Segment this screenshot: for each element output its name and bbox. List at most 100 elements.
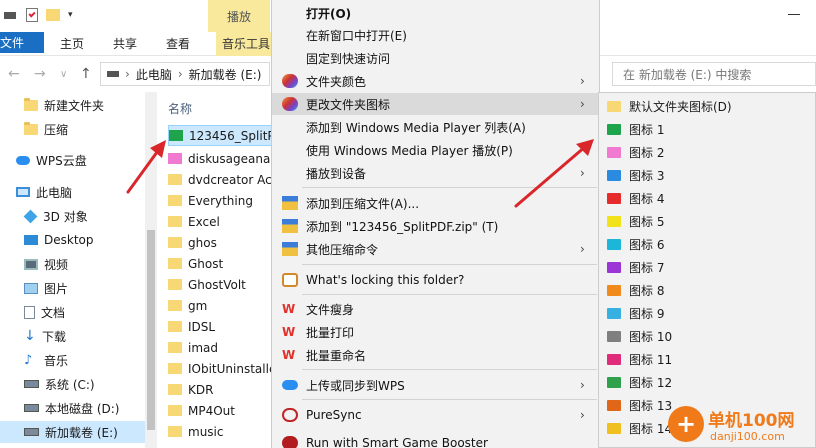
nav-item-music[interactable]: ♪ 音乐 bbox=[0, 349, 68, 371]
submenu-item-icon-4[interactable]: 图标 4 bbox=[599, 187, 815, 210]
recent-locations-icon[interactable]: ∨ bbox=[60, 69, 67, 80]
menu-item-game-booster[interactable]: Run with Smart Game Booster bbox=[272, 432, 599, 448]
address-bar[interactable]: › 此电脑 › 新加载卷 (E:) bbox=[100, 62, 270, 86]
nav-item-desktop[interactable]: Desktop bbox=[0, 229, 94, 251]
menu-item-batch-print[interactable]: W 批量打印 bbox=[272, 321, 599, 343]
submenu-item-icon-6[interactable]: 图标 6 bbox=[599, 233, 815, 256]
file-item[interactable]: IDSL bbox=[168, 316, 272, 337]
nav-item-drive-c[interactable]: 系统 (C:) bbox=[0, 373, 95, 395]
submenu-item-icon-3[interactable]: 图标 3 bbox=[599, 164, 815, 187]
file-item[interactable]: music bbox=[168, 421, 272, 442]
tab-file[interactable]: 文件 bbox=[0, 32, 44, 53]
menu-item-change-folder-icon[interactable]: 更改文件夹图标 › bbox=[272, 93, 599, 115]
nav-item-3d-objects[interactable]: 3D 对象 bbox=[0, 205, 88, 227]
nav-item-label: Desktop bbox=[44, 233, 94, 247]
folder-icon-submenu: 默认文件夹图标(D) 图标 1 图标 2 图标 3 图标 4 图标 5 图标 6… bbox=[598, 92, 816, 448]
menu-item-label: 批量重命名 bbox=[306, 348, 367, 363]
menu-item-more-compress[interactable]: 其他压缩命令 › bbox=[272, 238, 599, 260]
drive-icon bbox=[24, 428, 39, 436]
tab-view[interactable]: 查看 bbox=[166, 32, 190, 56]
file-item[interactable]: KDR bbox=[168, 379, 272, 400]
menu-item-add-to-archive[interactable]: 添加到压缩文件(A)... bbox=[272, 192, 599, 214]
wps-icon: W bbox=[282, 348, 296, 362]
file-item[interactable]: diskusageanalyzer bbox=[168, 148, 272, 169]
submenu-item-icon-1[interactable]: 图标 1 bbox=[599, 118, 815, 141]
nav-item-pictures[interactable]: 图片 bbox=[0, 277, 68, 299]
menu-item-folder-color[interactable]: 文件夹颜色 › bbox=[272, 70, 599, 92]
submenu-item-icon-8[interactable]: 图标 8 bbox=[599, 279, 815, 302]
submenu-item-icon-5[interactable]: 图标 5 bbox=[599, 210, 815, 233]
submenu-item-icon-12[interactable]: 图标 12 bbox=[599, 371, 815, 394]
submenu-item-icon-11[interactable]: 图标 11 bbox=[599, 348, 815, 371]
submenu-item-default-icon[interactable]: 默认文件夹图标(D) bbox=[599, 95, 815, 118]
nav-item-label: 视频 bbox=[44, 257, 69, 272]
menu-item-puresync[interactable]: PureSync › bbox=[272, 404, 599, 426]
file-item[interactable]: IObitUninstaller bbox=[168, 358, 272, 379]
menu-item-play-wmp[interactable]: 使用 Windows Media Player 播放(P) bbox=[272, 139, 599, 161]
new-folder-icon[interactable] bbox=[46, 9, 60, 21]
file-item[interactable]: GhostVolt bbox=[168, 274, 272, 295]
drive-icon[interactable] bbox=[4, 11, 16, 19]
submenu-item-icon-10[interactable]: 图标 10 bbox=[599, 325, 815, 348]
menu-item-pin-quick-access[interactable]: 固定到快速访问 bbox=[272, 47, 599, 69]
tab-music-tools[interactable]: 音乐工具 bbox=[216, 32, 277, 56]
tab-share[interactable]: 共享 bbox=[113, 32, 137, 56]
nav-item-new-folder[interactable]: 新建文件夹 bbox=[0, 94, 104, 116]
file-item[interactable]: Ghost bbox=[168, 253, 272, 274]
menu-item-cast-to-device[interactable]: 播放到设备 › bbox=[272, 162, 599, 184]
archive-icon bbox=[282, 219, 298, 233]
nav-item-this-pc[interactable]: 此电脑 bbox=[0, 181, 72, 203]
menu-item-add-wmp-list[interactable]: 添加到 Windows Media Player 列表(A) bbox=[272, 116, 599, 138]
nav-item-compress[interactable]: 压缩 bbox=[0, 118, 68, 140]
breadcrumb-drive-e[interactable]: 新加载卷 (E:) bbox=[189, 66, 262, 83]
file-item[interactable]: ghos bbox=[168, 232, 272, 253]
menu-item-label: 使用 Windows Media Player 播放(P) bbox=[306, 143, 513, 158]
up-arrow-icon[interactable]: ↑ bbox=[80, 66, 92, 82]
nav-item-wps-cloud[interactable]: WPS云盘 bbox=[0, 149, 87, 171]
menu-item-batch-rename[interactable]: W 批量重命名 bbox=[272, 344, 599, 366]
picture-icon bbox=[24, 282, 38, 294]
menu-item-file-slim[interactable]: W 文件瘦身 bbox=[272, 298, 599, 320]
tab-play[interactable]: 播放 bbox=[208, 0, 270, 32]
file-item[interactable]: Everything bbox=[168, 190, 272, 211]
desktop-icon bbox=[24, 235, 38, 245]
file-item[interactable]: gm bbox=[168, 295, 272, 316]
customize-quick-access-icon[interactable]: ▾ bbox=[68, 10, 73, 20]
nav-item-drive-e[interactable]: 新加载卷 (E:) bbox=[0, 421, 145, 443]
properties-icon[interactable] bbox=[26, 8, 38, 22]
menu-item-open[interactable]: 打开(O) bbox=[272, 2, 599, 24]
nav-scrollbar-thumb[interactable] bbox=[147, 230, 155, 430]
file-name: ghos bbox=[188, 235, 217, 250]
nav-item-videos[interactable]: 视频 bbox=[0, 253, 68, 275]
tab-home[interactable]: 主页 bbox=[60, 32, 84, 56]
menu-item-upload-wps[interactable]: 上传或同步到WPS › bbox=[272, 374, 599, 396]
nav-item-documents[interactable]: 文档 bbox=[0, 301, 65, 323]
submenu-item-icon-9[interactable]: 图标 9 bbox=[599, 302, 815, 325]
file-item[interactable]: dvdcreator Ac bbox=[168, 169, 272, 190]
back-arrow-icon[interactable]: ← bbox=[8, 66, 20, 82]
minimize-button[interactable] bbox=[784, 6, 804, 22]
menu-item-whats-locking[interactable]: What's locking this folder? bbox=[272, 269, 599, 291]
search-input[interactable]: 在 新加载卷 (E:) 中搜索 bbox=[612, 62, 816, 86]
folder-icon bbox=[168, 321, 182, 332]
menu-item-label: 打开(O) bbox=[306, 6, 352, 21]
folder-icon bbox=[607, 377, 621, 388]
file-item[interactable]: Excel bbox=[168, 211, 272, 232]
nav-item-downloads[interactable]: ↓ 下载 bbox=[0, 325, 66, 347]
column-header-name[interactable]: 名称 bbox=[168, 100, 192, 117]
wps-icon: W bbox=[282, 302, 296, 316]
file-item[interactable]: MP4Out bbox=[168, 400, 272, 421]
forward-arrow-icon[interactable]: → bbox=[34, 66, 46, 82]
file-item[interactable]: 123456_SplitPDF bbox=[168, 125, 272, 146]
submenu-arrow-icon: › bbox=[580, 74, 585, 88]
site-watermark: + 单机100网 danji100.com bbox=[668, 404, 816, 448]
breadcrumb-this-pc[interactable]: 此电脑 bbox=[136, 66, 172, 83]
archive-icon bbox=[282, 242, 298, 256]
nav-item-drive-d[interactable]: 本地磁盘 (D:) bbox=[0, 397, 119, 419]
cloud-icon bbox=[16, 155, 30, 165]
menu-item-open-new-window[interactable]: 在新窗口中打开(E) bbox=[272, 24, 599, 46]
menu-item-add-to-zip[interactable]: 添加到 "123456_SplitPDF.zip" (T) bbox=[272, 215, 599, 237]
file-item[interactable]: imad bbox=[168, 337, 272, 358]
submenu-item-icon-2[interactable]: 图标 2 bbox=[599, 141, 815, 164]
submenu-item-icon-7[interactable]: 图标 7 bbox=[599, 256, 815, 279]
